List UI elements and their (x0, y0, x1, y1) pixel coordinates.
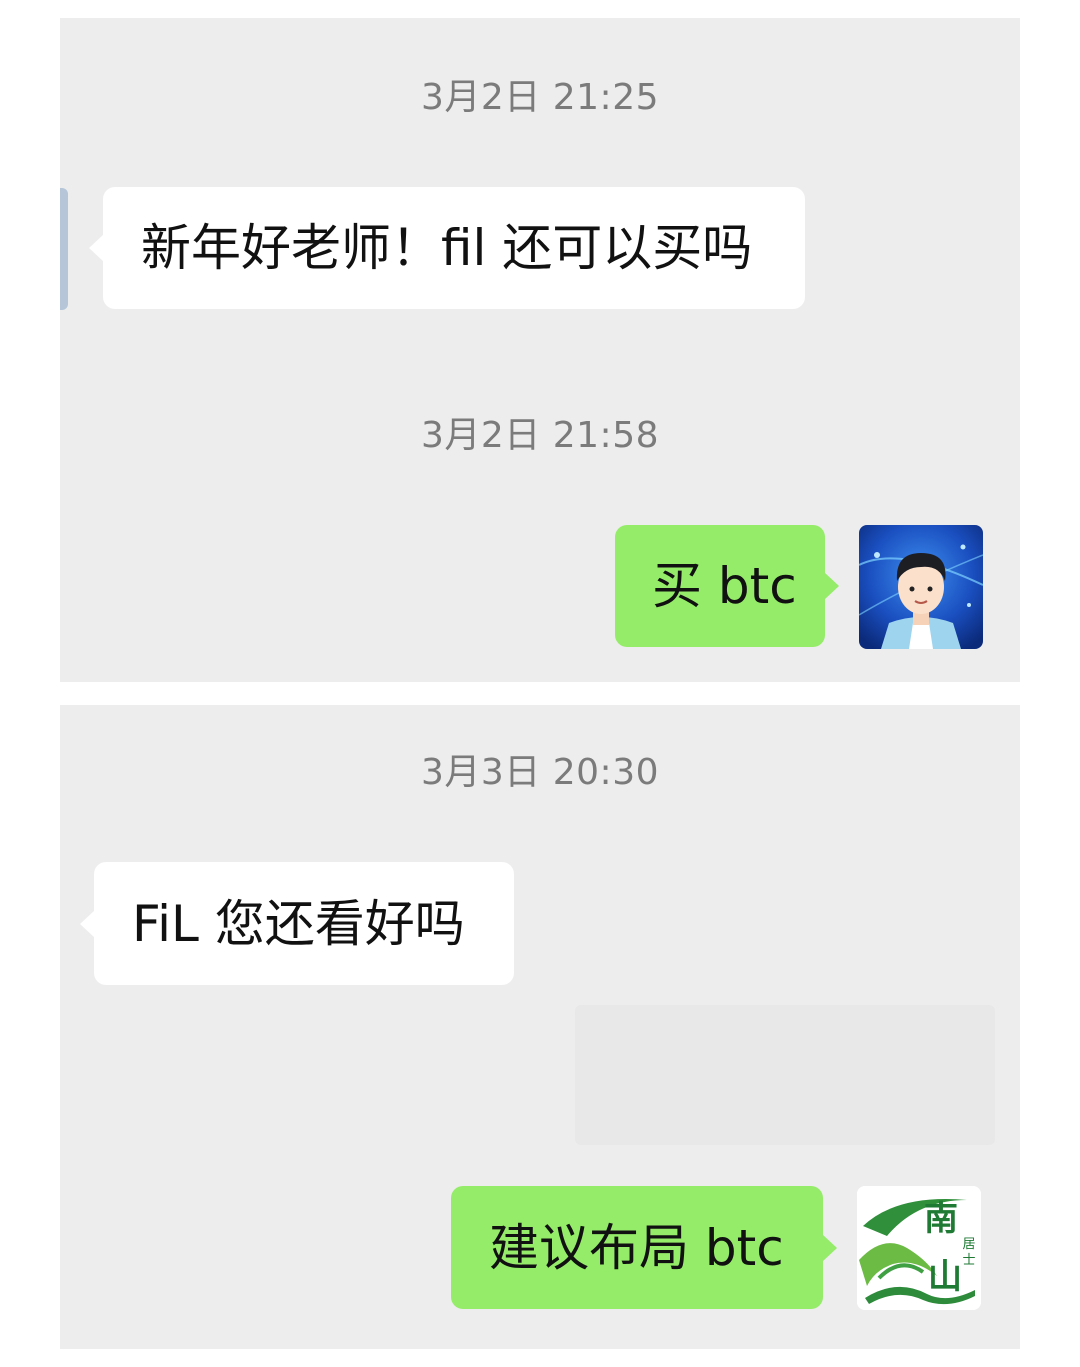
timestamp: 3月3日 20:30 (421, 752, 659, 793)
message-text: 新年好老师！fil 还可以买吗 (141, 219, 753, 277)
message-text: 建议布局 btc (489, 1218, 784, 1277)
incoming-message-bubble[interactable]: FiL 您还看好吗 (80, 862, 514, 985)
svg-text:山: 山 (928, 1257, 962, 1297)
cartoon-man-avatar-icon[interactable] (859, 525, 983, 649)
faded-watermark (575, 1005, 995, 1145)
outgoing-message-bubble[interactable]: 建议布局 btc (451, 1186, 837, 1309)
svg-text:南: 南 (924, 1199, 958, 1239)
message-text: 买 btc (652, 557, 797, 615)
outgoing-message-bubble[interactable]: 买 btc (615, 525, 839, 647)
partial-contact-avatar[interactable] (60, 188, 68, 310)
svg-text:士: 士 (962, 1253, 975, 1268)
timestamp: 3月2日 21:25 (421, 77, 659, 118)
chat-screenshot-panel-1: 3月2日 21:25 新年好老师！fil 还可以买吗 3月2日 21:58 买 … (60, 18, 1020, 682)
chat-screenshot-panel-2: 3月3日 20:30 FiL 您还看好吗 建议布局 btc 南 山 居 士 (60, 705, 1020, 1349)
message-text: FiL 您还看好吗 (132, 894, 465, 953)
incoming-message-bubble[interactable]: 新年好老师！fil 还可以买吗 (89, 187, 805, 309)
timestamp: 3月2日 21:58 (421, 415, 659, 456)
svg-text:居: 居 (962, 1237, 975, 1252)
nanshan-logo-icon[interactable]: 南 山 居 士 (857, 1186, 981, 1310)
